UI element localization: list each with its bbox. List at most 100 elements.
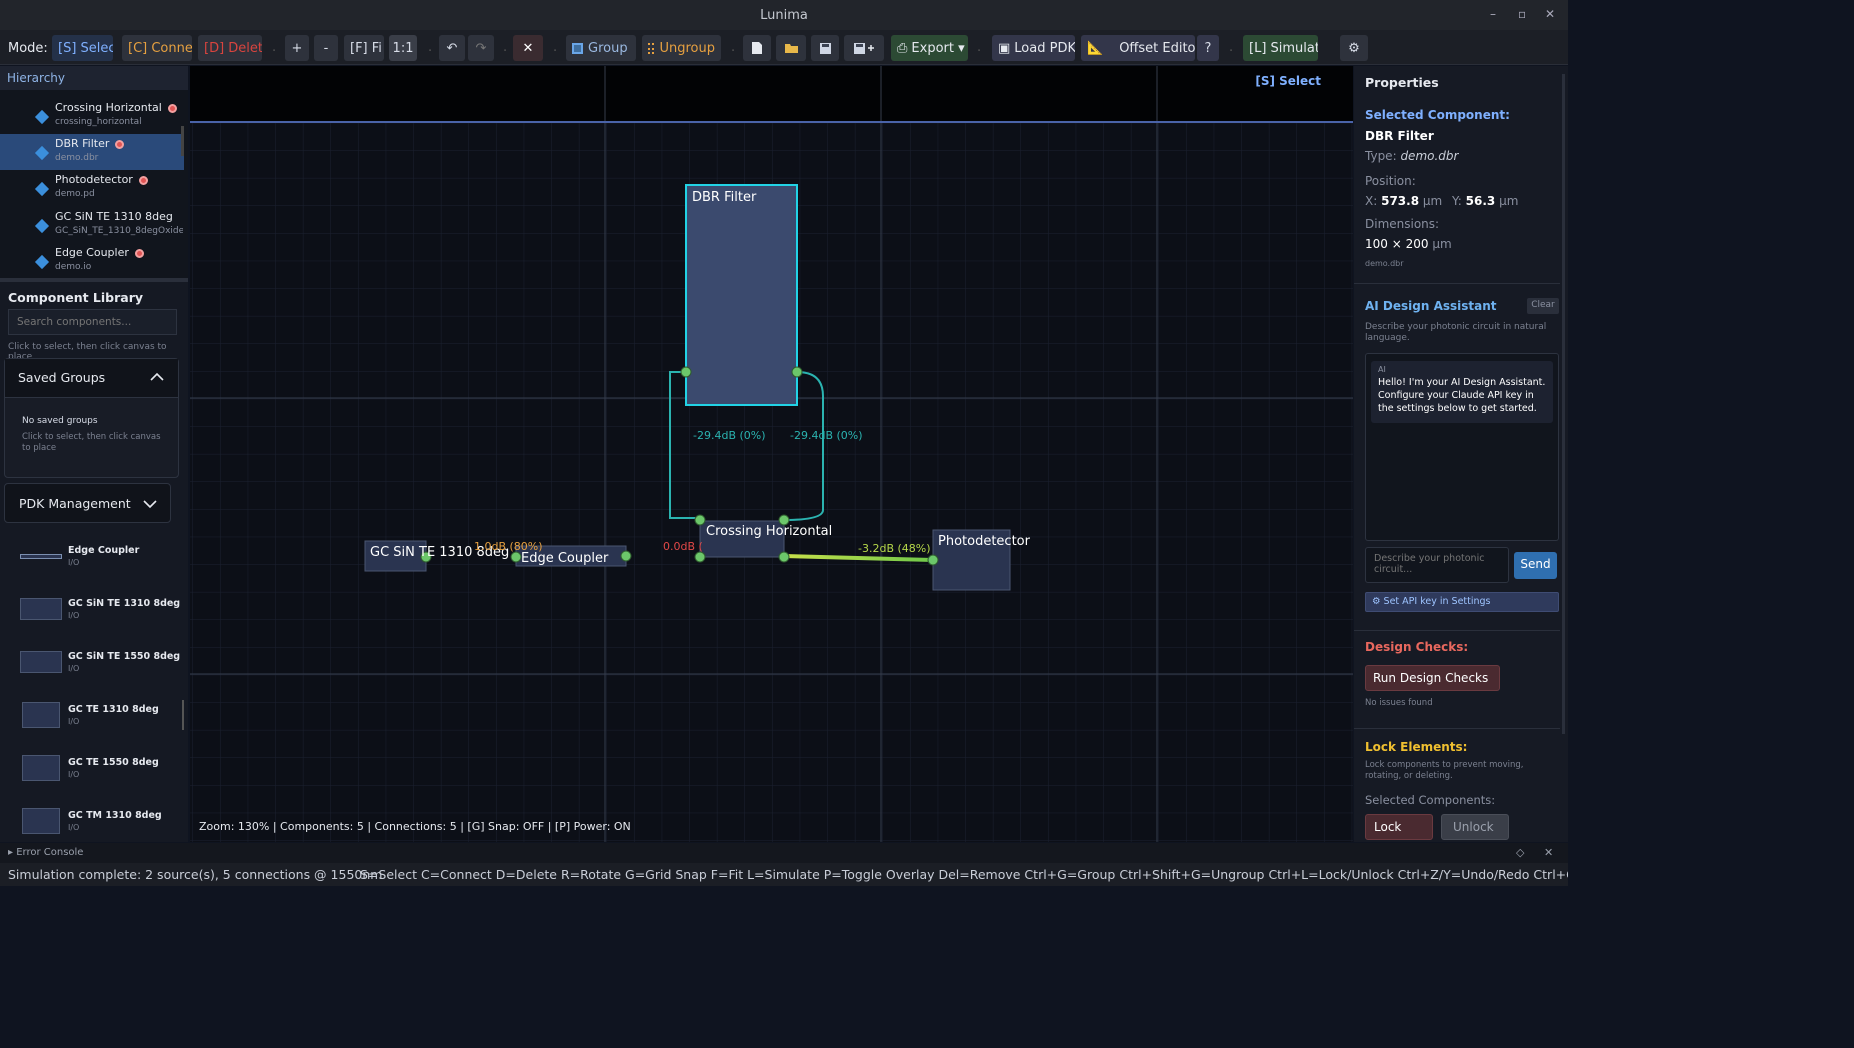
box-icon: ▣: [998, 40, 1011, 56]
ai-clear-button[interactable]: Clear: [1527, 298, 1559, 314]
hierarchy-item-type: demo.pd: [55, 189, 95, 199]
library-title: Component Library: [8, 290, 144, 305]
ai-send-button[interactable]: Send: [1514, 552, 1557, 579]
library-item-gc-sin-1310[interactable]: GC SiN TE 1310 8deg I/O: [0, 589, 180, 629]
position-row: X: 573.8 µm Y: 56.3 µm: [1365, 194, 1518, 208]
mode-label: Mode:: [8, 40, 48, 56]
library-item-category: I/O: [68, 664, 80, 673]
library-scrollbar[interactable]: [182, 700, 184, 730]
hierarchy-scrollbar[interactable]: [181, 126, 184, 156]
component-icon: [34, 181, 50, 197]
save-icon[interactable]: [811, 35, 839, 61]
offset-editor-button[interactable]: 📐 Offset Editor: [1081, 35, 1195, 61]
simulate-button[interactable]: [L] Simulat: [1243, 35, 1318, 61]
pin-icon[interactable]: ◇: [1516, 846, 1524, 859]
one-to-one-button[interactable]: 1:1: [389, 35, 417, 61]
target-icon: [138, 175, 148, 185]
library-item-gc-sin-1550[interactable]: GC SiN TE 1550 8deg I/O: [0, 642, 180, 682]
properties-panel: Properties Selected Component: DBR Filte…: [1354, 66, 1568, 842]
hierarchy-item-edge-coupler[interactable]: Edge Coupler demo.io: [0, 243, 184, 279]
redo-icon[interactable]: ↷: [468, 35, 494, 61]
pdk-management-header[interactable]: PDK Management: [4, 483, 171, 523]
power-label-ec-crossing: 0.0dB (: [663, 540, 703, 553]
hierarchy-item-label: GC SiN TE 1310 8deg: [55, 210, 173, 223]
library-item-label: GC SiN TE 1550 8deg: [68, 651, 181, 662]
close-icon[interactable]: ✕: [513, 35, 543, 61]
saved-groups-hint: Click to select, then click canvas to pl…: [22, 432, 161, 453]
close-console-icon[interactable]: ✕: [1544, 846, 1553, 859]
left-panel: Hierarchy Crossing Horizontal crossing_h…: [0, 66, 188, 842]
photodetector-label: Photodetector: [938, 534, 1030, 549]
component-icon: [34, 254, 50, 270]
hierarchy-item-type: demo.io: [55, 262, 92, 272]
ai-chat-area: AI Hello! I'm your AI Design Assistant. …: [1365, 353, 1559, 541]
error-console-bar[interactable]: ▸ Error Console ◇ ✕: [0, 843, 1568, 863]
load-pdk-label: Load PDK: [1014, 40, 1075, 56]
group-button[interactable]: Group: [566, 35, 636, 61]
component-icon: [34, 109, 50, 125]
hierarchy-item-crossing[interactable]: Crossing Horizontal crossing_horizontal: [0, 98, 184, 134]
divider: [1354, 630, 1560, 631]
library-item-gc-te-1550[interactable]: GC TE 1550 8deg I/O: [0, 748, 180, 788]
power-label-gc-ec: 1.0dB (80%): [474, 540, 543, 553]
type-value: demo.dbr: [1400, 149, 1459, 163]
unlock-button[interactable]: Unlock: [1441, 814, 1509, 840]
divider: [1354, 728, 1560, 729]
save-as-icon[interactable]: [844, 35, 884, 61]
select-mode-button[interactable]: [S] Select: [52, 35, 113, 61]
ai-message: AI Hello! I'm your AI Design Assistant. …: [1371, 361, 1553, 423]
edge-coupler-label: Edge Coupler: [521, 551, 609, 566]
dbr-filter-component: [685, 184, 798, 406]
new-file-icon[interactable]: [743, 35, 771, 61]
lock-button[interactable]: Lock: [1365, 814, 1433, 840]
chevron-down-icon: [143, 497, 157, 512]
hierarchy-item-type: GC_SiN_TE_1310_8degOxide_BB: [55, 226, 183, 236]
target-icon: [167, 103, 177, 113]
settings-gear-icon[interactable]: ⚙: [1340, 35, 1368, 61]
library-item-gc-te-1310[interactable]: GC TE 1310 8deg I/O: [0, 695, 180, 735]
hierarchy-item-label: Photodetector: [55, 173, 133, 186]
ungroup-button[interactable]: Ungroup: [642, 35, 721, 61]
library-item-edge-coupler[interactable]: Edge Coupler I/O: [0, 536, 180, 576]
hierarchy-item-dbr[interactable]: DBR Filter demo.dbr: [0, 134, 184, 170]
help-button[interactable]: ?: [1197, 35, 1219, 61]
open-folder-icon[interactable]: [776, 35, 806, 61]
saved-groups-header[interactable]: Saved Groups: [5, 359, 178, 398]
load-pdk-button[interactable]: ▣ Load PDK: [992, 35, 1075, 61]
hierarchy-item-photodetector[interactable]: Photodetector demo.pd: [0, 170, 184, 206]
zoom-in-button[interactable]: +: [285, 35, 309, 61]
export-button[interactable]: ⎙ Export ▾: [891, 35, 968, 61]
set-api-key-button[interactable]: ⚙ Set API key in Settings: [1365, 592, 1559, 612]
delete-mode-button[interactable]: [D] Delete: [198, 35, 262, 61]
design-checks-result: No issues found: [1365, 698, 1433, 708]
hierarchy-item-type: demo.dbr: [55, 153, 99, 163]
y-value[interactable]: 56.3: [1466, 194, 1496, 208]
library-item-gc-tm-1310[interactable]: GC TM 1310 8deg I/O: [0, 801, 180, 841]
ai-prompt-input[interactable]: [1365, 547, 1509, 583]
library-item-label: Edge Coupler: [68, 545, 140, 556]
close-window-button[interactable]: ✕: [1545, 7, 1555, 21]
lock-description: Lock components to prevent moving, rotat…: [1365, 760, 1524, 781]
minimize-button[interactable]: –: [1490, 7, 1496, 21]
undo-icon[interactable]: ↶: [439, 35, 465, 61]
maximize-button[interactable]: ▫: [1518, 7, 1526, 21]
design-canvas[interactable]: [S] Select DBR Filter Crossing Horizonta…: [190, 66, 1353, 842]
properties-title: Properties: [1365, 75, 1439, 90]
component-search-input[interactable]: [8, 309, 177, 335]
properties-scrollbar[interactable]: [1562, 74, 1565, 734]
canvas-mode-indicator: [S] Select: [1255, 74, 1321, 88]
library-item-category: I/O: [68, 770, 80, 779]
connect-mode-button[interactable]: [C] Conne: [122, 35, 192, 61]
zoom-out-button[interactable]: -: [314, 35, 338, 61]
hierarchy-item-gc[interactable]: GC SiN TE 1310 8deg GC_SiN_TE_1310_8degO…: [0, 207, 184, 243]
fit-button[interactable]: [F] Fi: [344, 35, 384, 61]
run-design-checks-button[interactable]: Run Design Checks: [1365, 665, 1500, 691]
panel-splitter[interactable]: [0, 278, 188, 282]
error-console-toggle[interactable]: ▸ Error Console: [8, 847, 83, 858]
y-label: Y:: [1452, 194, 1462, 208]
export-icon: ⎙: [897, 40, 908, 56]
toolbar: Mode: [S] Select [C] Conne [D] Delete · …: [0, 30, 1568, 65]
x-value[interactable]: 573.8: [1381, 194, 1419, 208]
divider: [1354, 283, 1560, 284]
offset-editor-label: Offset Editor: [1119, 40, 1195, 56]
